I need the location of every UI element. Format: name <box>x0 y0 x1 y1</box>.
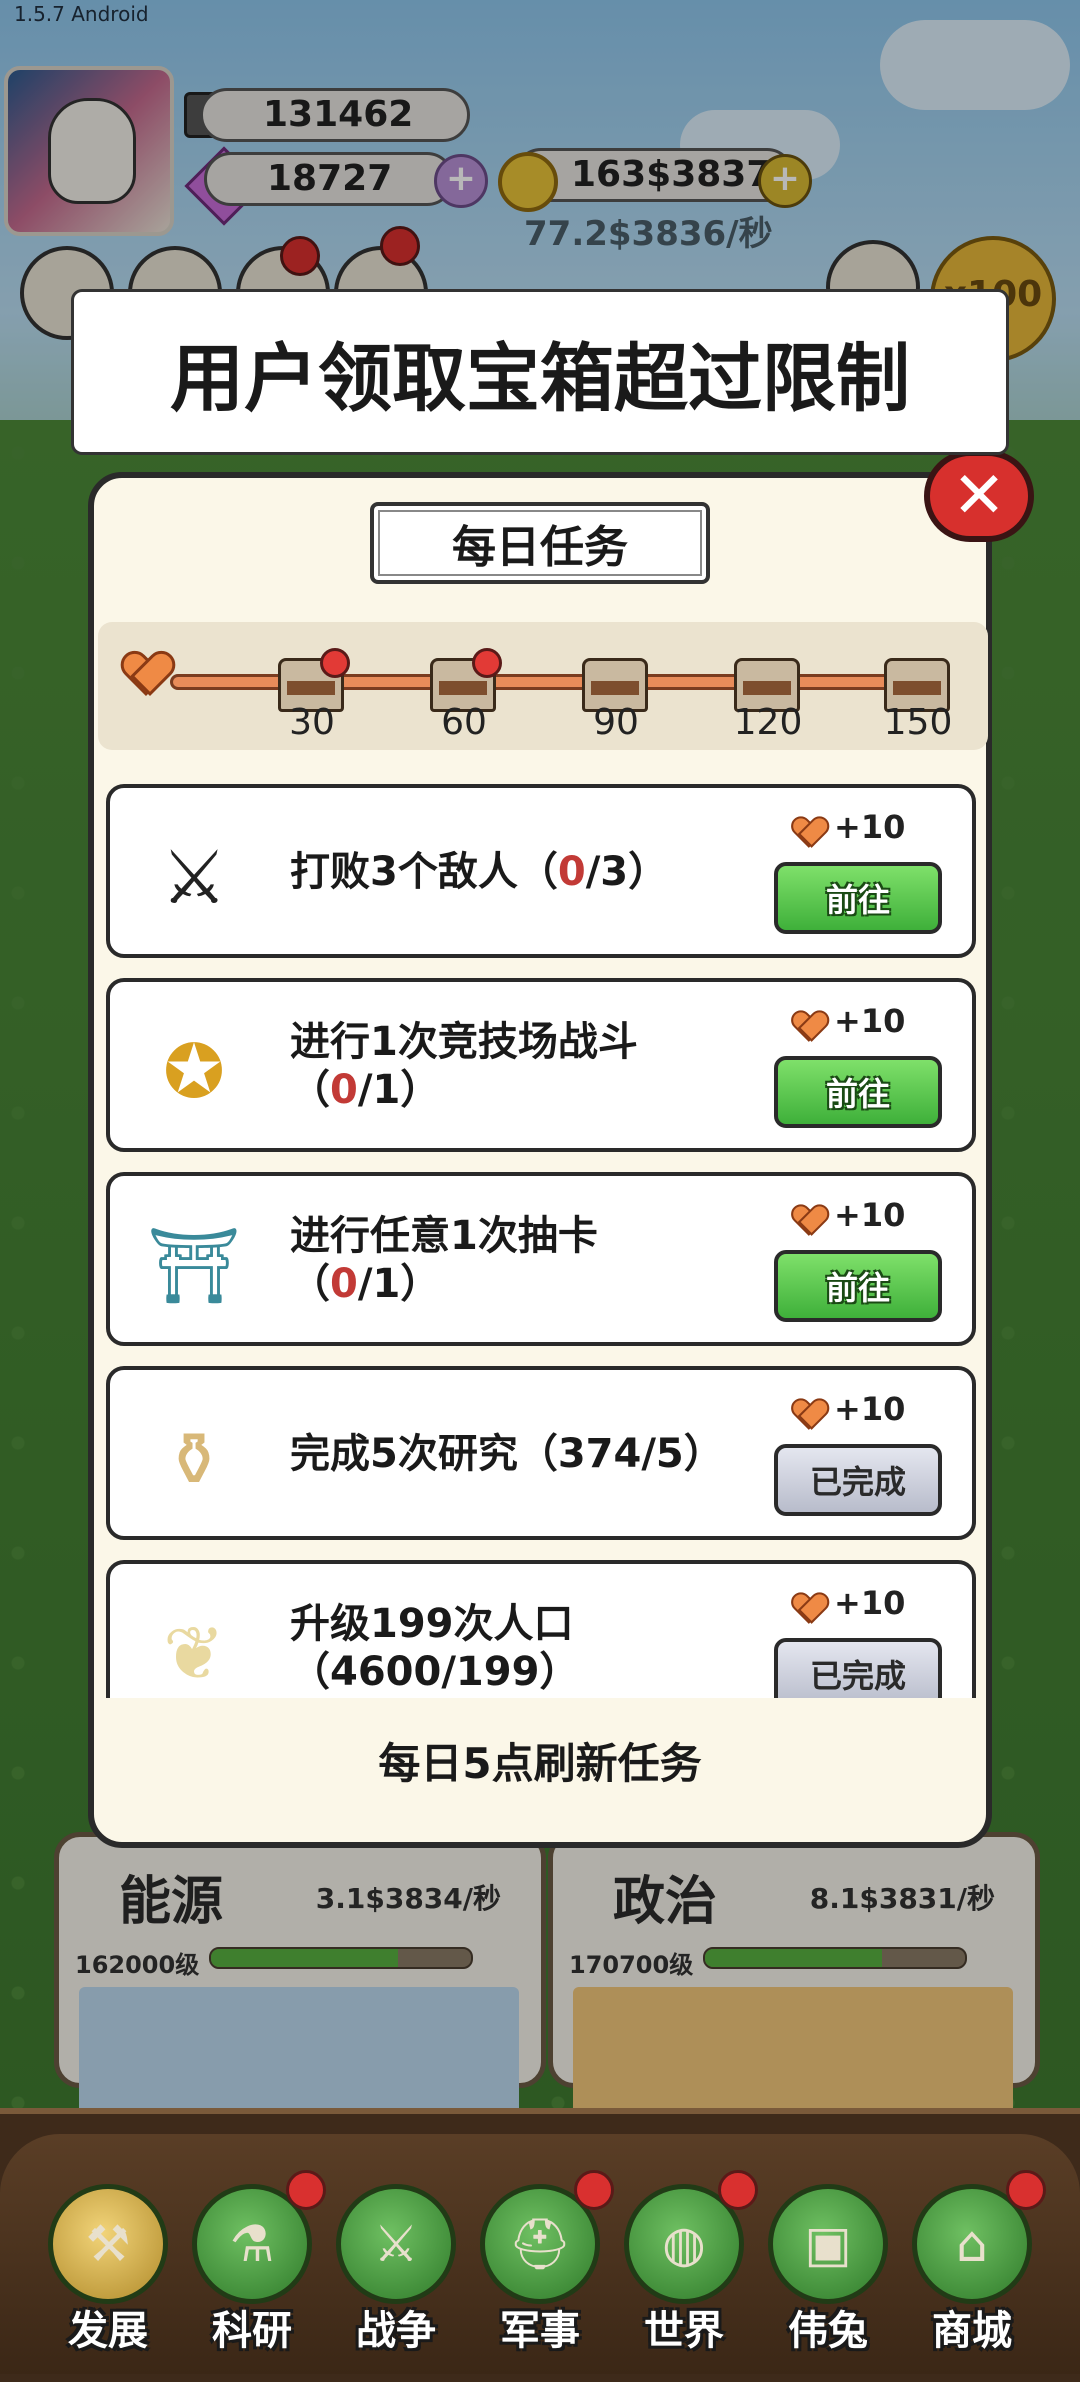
milestone-label: 30 <box>289 702 335 743</box>
milestone-label: 90 <box>593 702 639 743</box>
vase-icon: ⚱ <box>162 1417 225 1503</box>
task-item: ❦ 升级199次人口 （4600/199） +10 已完成 <box>106 1560 976 1698</box>
task-list[interactable]: ⚔ 打败3个敌人（0/3） +10 前往 ✪ 进行1次竞技场战斗 （0/1） +1… <box>100 784 980 1698</box>
milestone-label: 120 <box>733 702 803 743</box>
error-toast: 用户领取宝箱超过限制 <box>74 292 1006 452</box>
task-description: 打败3个敌人（0/3） <box>290 849 669 895</box>
completed-button[interactable]: 已完成 <box>774 1444 942 1516</box>
task-reward: +10 <box>786 808 905 846</box>
task-item: ⚱ 完成5次研究（374/5） +10 已完成 <box>106 1366 976 1540</box>
task-description: 完成5次研究（374/5） <box>290 1431 724 1477</box>
portrait-icon: ▣ <box>768 2184 888 2304</box>
notification-dot <box>574 2170 614 2210</box>
task-reward: +10 <box>786 1584 905 1622</box>
cauldron-icon: ⛩ <box>147 1223 241 1309</box>
nav-world[interactable]: ◍ 世界 <box>620 2170 758 2364</box>
nav-research[interactable]: ⚗ 科研 <box>188 2170 326 2364</box>
nav-war[interactable]: ⚔ 战争 <box>332 2184 460 2364</box>
task-description: 进行任意1次抽卡 （0/1） <box>290 1213 598 1307</box>
nav-great-rabbit[interactable]: ▣ 伟兔 <box>764 2184 892 2364</box>
refresh-note: 每日5点刷新任务 <box>378 1739 702 1788</box>
task-description: 进行1次竞技场战斗 （0/1） <box>290 1019 638 1113</box>
nav-develop[interactable]: ⚒ 发展 <box>44 2184 172 2364</box>
notification-dot <box>472 648 502 678</box>
go-button[interactable]: 前往 <box>774 1056 942 1128</box>
close-icon: ✕ <box>952 459 1006 533</box>
task-item: ⚔ 打败3个敌人（0/3） +10 前往 <box>106 784 976 958</box>
dialog-title: 每日任务 <box>370 502 710 584</box>
medal-icon: ✪ <box>162 1029 225 1115</box>
notification-dot <box>718 2170 758 2210</box>
task-reward: +10 <box>786 1196 905 1234</box>
notification-dot <box>320 648 350 678</box>
task-reward: +10 <box>786 1002 905 1040</box>
crossed-swords-icon: ⚔ <box>160 835 228 921</box>
rabbits-icon: ❦ <box>162 1611 225 1697</box>
activity-progress: 30 60 90 120 150 <box>98 622 988 750</box>
milestone-label: 150 <box>883 702 953 743</box>
close-button[interactable]: ✕ <box>924 450 1034 542</box>
milestone-label: 60 <box>441 702 487 743</box>
bottom-nav: ⚒ 发展 ⚗ 科研 ⚔ 战争 ⛑ 军事 ◍ 世界 ▣ 伟兔 ⌂ 商城 <box>0 2108 1080 2382</box>
notification-dot <box>286 2170 326 2210</box>
task-reward: +10 <box>786 1390 905 1428</box>
go-button[interactable]: 前往 <box>774 1250 942 1322</box>
hammer-icon: ⚒ <box>48 2184 168 2304</box>
nav-military[interactable]: ⛑ 军事 <box>476 2170 614 2364</box>
task-item: ✪ 进行1次竞技场战斗 （0/1） +10 前往 <box>106 978 976 1152</box>
notification-dot <box>1006 2170 1046 2210</box>
task-item: ⛩ 进行任意1次抽卡 （0/1） +10 前往 <box>106 1172 976 1346</box>
go-button[interactable]: 前往 <box>774 862 942 934</box>
heart-icon <box>122 652 174 700</box>
swords-icon: ⚔ <box>336 2184 456 2304</box>
completed-button[interactable]: 已完成 <box>774 1638 942 1698</box>
task-description: 升级199次人口 （4600/199） <box>290 1601 580 1695</box>
nav-shop[interactable]: ⌂ 商城 <box>908 2170 1046 2364</box>
daily-tasks-dialog: 每日任务 30 60 90 120 150 ⚔ 打败3个敌人（0/3） +10 … <box>88 472 992 1848</box>
